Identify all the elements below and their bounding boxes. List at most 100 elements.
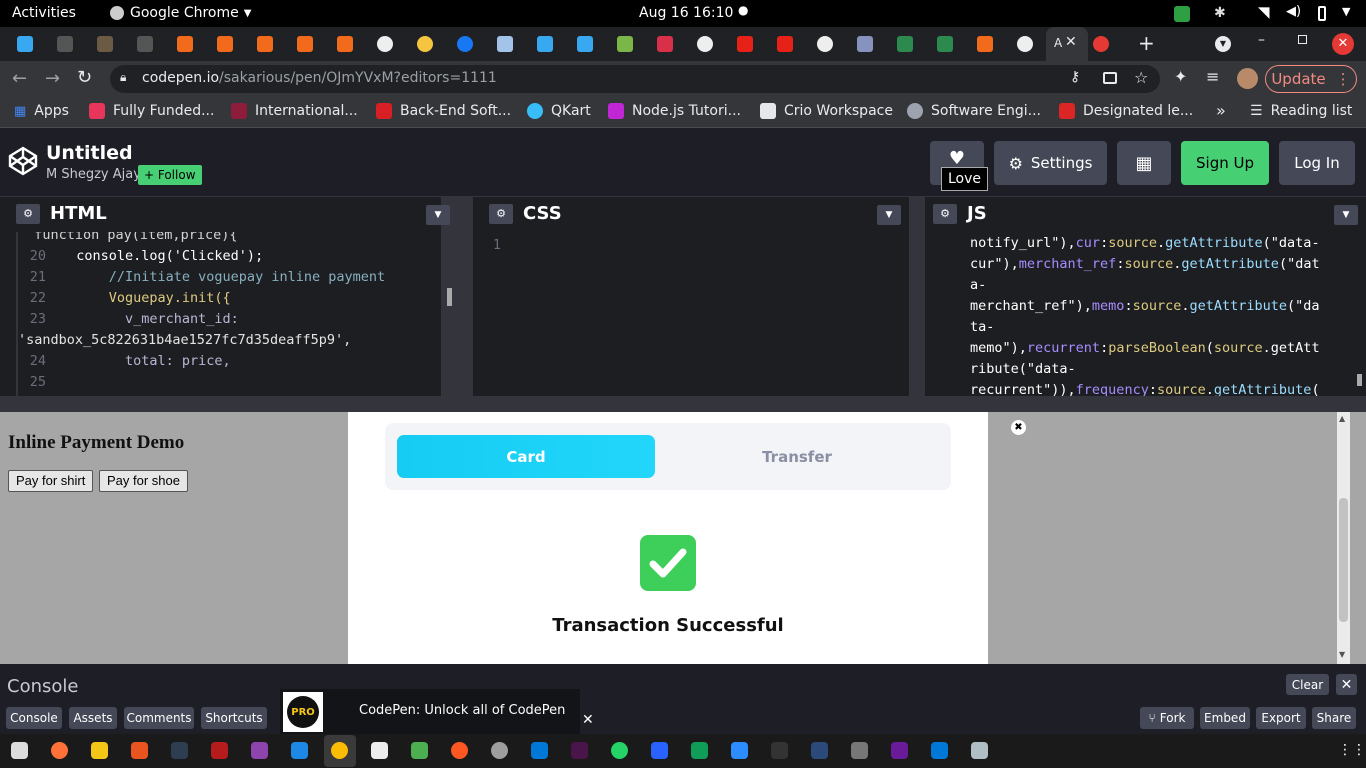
bookmark-international[interactable]: International... [231,103,358,119]
whatsapp-icon[interactable] [611,742,628,759]
tab-24[interactable] [934,33,956,55]
layout-button[interactable]: ▦ [1117,141,1171,185]
tab-14[interactable] [534,33,556,55]
tab-10[interactable] [374,33,396,55]
tab-1[interactable] [14,33,36,55]
app-menu[interactable]: Google Chrome ▼ [110,5,251,21]
tab-26[interactable] [1014,33,1036,55]
sheets-icon[interactable] [691,742,708,759]
pay-for-shirt-button[interactable]: Pay for shirt [8,470,94,492]
login-button[interactable]: Log In [1279,141,1355,185]
clock[interactable]: Aug 16 16:10 [639,5,733,21]
tab-27[interactable] [1090,33,1112,55]
battery-icon[interactable] [1318,6,1326,21]
system-menu-chevron-icon[interactable]: ▼ [1342,5,1350,18]
screenshot-app-icon[interactable] [91,742,108,759]
books-icon[interactable] [851,742,868,759]
show-apps-grid-icon[interactable]: ⋮⋮⋮ [1338,742,1366,758]
bookmark-designated[interactable]: Designated le... [1059,103,1193,119]
tab-4[interactable] [134,33,156,55]
codepen-logo-icon[interactable] [8,146,38,176]
video-editor-icon[interactable] [891,742,908,759]
js-scrollbar-thumb[interactable] [1357,374,1362,386]
scroll-up-icon[interactable]: ▲ [1339,414,1345,423]
scroll-down-icon[interactable]: ▼ [1339,650,1345,659]
active-tab[interactable]: A ✕ [1046,27,1088,61]
console-close-icon[interactable]: ✕ [1336,674,1357,695]
html-scrollbar-thumb[interactable] [447,288,452,306]
bookmark-qkart[interactable]: QKart [527,103,591,119]
assets-tab[interactable]: Assets [69,707,117,729]
tab-7[interactable] [254,33,276,55]
close-window-icon[interactable]: ✕ [1332,33,1354,55]
reload-icon[interactable]: ↻ [77,67,92,88]
close-tab-icon[interactable]: ✕ [1065,34,1077,50]
chrome-dock-icon[interactable] [331,742,348,759]
console-tab[interactable]: Console [6,707,62,729]
tray-slack-icon[interactable]: ✱ [1214,5,1226,21]
photos-icon[interactable] [411,742,428,759]
more-bookmarks-icon[interactable]: » [1216,101,1226,120]
bookmark-apps[interactable]: ▦ Apps [14,103,69,119]
tab-3[interactable] [94,33,116,55]
css-settings-gear-icon[interactable]: ⚙ [489,203,513,224]
bookmark-crio[interactable]: Crio Workspace [760,103,893,119]
tab-16[interactable] [614,33,636,55]
settings-button[interactable]: ⚙ Settings [994,141,1107,185]
volume-icon[interactable]: ◀) [1286,4,1301,19]
tray-update-icon[interactable] [1174,6,1190,22]
reader-mode-icon[interactable] [1103,72,1117,84]
export-button[interactable]: Export [1256,707,1306,729]
extensions-icon[interactable]: ✦ [1174,67,1187,86]
back-icon[interactable]: ← [12,68,27,89]
media-icon[interactable]: ≡ [1206,67,1219,86]
signup-button[interactable]: Sign Up [1181,141,1269,185]
js-settings-gear-icon[interactable]: ⚙ [933,203,957,224]
modal-close-icon[interactable]: ✖ [1011,420,1026,435]
tab-18[interactable] [694,33,716,55]
search-app-icon[interactable] [971,742,988,759]
tab-17[interactable] [654,33,676,55]
comments-tab[interactable]: Comments [124,707,194,729]
app-icon[interactable] [811,742,828,759]
js-collapse-chevron-icon[interactable]: ▼ [1334,205,1358,225]
profile-avatar[interactable] [1237,68,1258,89]
pay-for-shoe-button[interactable]: Pay for shoe [99,470,188,492]
tab-8[interactable] [294,33,316,55]
html-settings-gear-icon[interactable]: ⚙ [16,203,40,224]
video-player-icon[interactable] [251,742,268,759]
forward-icon[interactable]: → [45,68,60,89]
skype-alt-icon[interactable] [931,742,948,759]
bookmark-software-eng[interactable]: Software Engi... [907,103,1041,119]
tab-6[interactable] [214,33,236,55]
bookmark-fully-funded[interactable]: Fully Funded... [89,103,214,119]
pen-title[interactable]: Untitled [46,142,133,164]
firefox-icon[interactable] [51,742,68,759]
software-store-icon[interactable] [131,742,148,759]
terminal-icon[interactable] [771,742,788,759]
follow-button[interactable]: + Follow [138,165,202,185]
shortcuts-tab[interactable]: Shortcuts [201,707,267,729]
html-collapse-chevron-icon[interactable]: ▼ [426,205,450,225]
address-bar[interactable]: 🔒︎ codepen.io/sakarious/pen/OJmYVxM?edit… [110,65,1160,93]
bookmark-nodejs[interactable]: Node.js Tutori... [608,103,741,119]
scrollbar-thumb[interactable] [1339,498,1348,622]
activities-button[interactable]: Activities [12,5,76,21]
minimize-icon[interactable]: – [1258,32,1265,48]
bookmark-back-end[interactable]: Back-End Soft... [376,103,511,119]
tab-15[interactable] [574,33,596,55]
slack-icon[interactable] [571,742,588,759]
new-tab-icon[interactable]: + [1138,31,1155,55]
tab-5[interactable] [174,33,196,55]
tab-23[interactable] [894,33,916,55]
pro-promo[interactable]: PRO CodePen: Unlock all of CodePen [280,689,580,734]
tab-20[interactable] [774,33,796,55]
bookmark-star-icon[interactable]: ☆ [1134,68,1148,87]
css-collapse-chevron-icon[interactable]: ▼ [877,205,901,225]
update-button[interactable]: Update ⋮ [1265,65,1357,93]
postman-icon[interactable] [451,742,468,759]
share-button[interactable]: Share [1312,707,1356,729]
tab-19[interactable] [734,33,756,55]
maximize-icon[interactable] [1298,35,1307,44]
wifi-icon[interactable]: ◥ [1258,3,1270,21]
